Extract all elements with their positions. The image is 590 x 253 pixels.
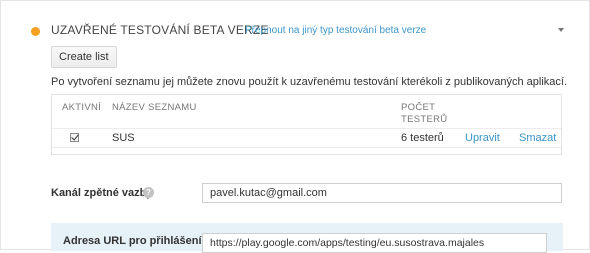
help-icon[interactable]: ?	[143, 187, 154, 198]
create-list-button[interactable]: Create list	[51, 46, 117, 68]
active-checkbox[interactable]	[70, 133, 79, 142]
feedback-channel-input[interactable]	[202, 183, 562, 203]
description-text: Po vytvoření seznamu jej můžete znovu po…	[51, 76, 568, 88]
column-header-name: NÁZEV SEZNAMU	[112, 102, 197, 113]
opt-in-url-input[interactable]	[202, 233, 547, 253]
column-header-active: AKTIVNÍ	[62, 102, 102, 113]
list-name: SUS	[112, 132, 135, 144]
beta-testing-card: UZAVŘENÉ TESTOVÁNÍ BETA VERZE Přepnout n…	[0, 0, 590, 253]
edit-link[interactable]: Upravit	[465, 132, 500, 144]
opt-in-url-label: Adresa URL pro přihlášení	[63, 235, 202, 247]
chevron-down-icon[interactable]	[558, 28, 564, 32]
delete-link[interactable]: Smazat	[519, 132, 556, 144]
feedback-channel-label: Kanál zpětné vazby	[51, 187, 153, 199]
switch-testing-type-link[interactable]: Přepnout na jiný typ testování beta verz…	[245, 25, 426, 36]
table-row: SUS 6 testerů Upravit Smazat	[52, 128, 561, 148]
tester-lists-table: AKTIVNÍ NÁZEV SEZNAMU POČET TESTERŮ SUS …	[51, 94, 562, 155]
tester-count: 6 testerů	[401, 132, 444, 144]
section-title: UZAVŘENÉ TESTOVÁNÍ BETA VERZE	[51, 23, 269, 37]
status-dot	[31, 27, 40, 36]
opt-in-url-panel: Adresa URL pro přihlášení	[51, 223, 563, 253]
column-header-count: POČET TESTERŮ	[401, 102, 448, 125]
